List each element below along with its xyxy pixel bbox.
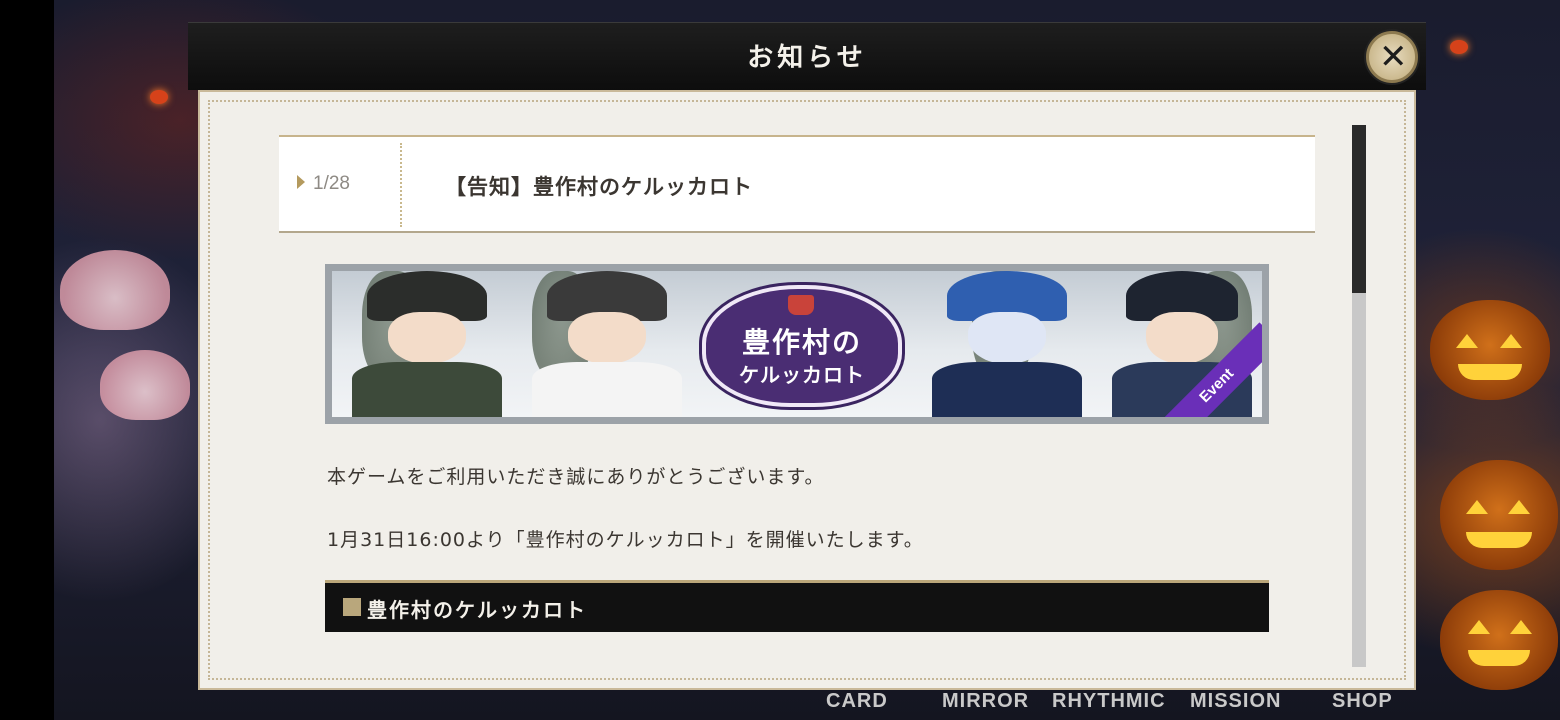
scrollbar-thumb[interactable]: [1352, 125, 1366, 293]
lotus-decoration: [60, 250, 170, 330]
square-bullet-icon: [343, 598, 361, 616]
close-button[interactable]: ✕: [1366, 31, 1418, 83]
section-heading-bar: 豊作村のケルッカロト: [325, 580, 1269, 632]
notice-modal: お知らせ ✕ 1/28 【告知】豊作村のケルッカロト 豊作村の ケルッカロト E…: [188, 22, 1426, 690]
nav-rhythmic[interactable]: RHYTHMIC: [1052, 690, 1166, 713]
character-2: [532, 271, 682, 417]
close-icon: ✕: [1379, 37, 1408, 77]
modal-title: お知らせ: [747, 43, 867, 73]
character-4: [1112, 271, 1252, 417]
notice-date: 1/28: [313, 173, 350, 194]
screen-left-edge: [0, 0, 54, 720]
bottom-nav: CARD MIRROR RHYTHMIC MISSION SHOP: [0, 690, 1560, 720]
lantern-icon: [1450, 40, 1468, 54]
pumpkin-decoration: [1440, 590, 1558, 690]
notice-title: 【告知】豊作村のケルッカロト: [445, 175, 753, 199]
pumpkin-decoration: [1430, 300, 1550, 400]
modal-header: お知らせ ✕: [188, 22, 1426, 90]
nav-card[interactable]: CARD: [826, 690, 888, 713]
divider: [400, 143, 402, 227]
lantern-icon: [150, 90, 168, 104]
nav-mirror[interactable]: MIRROR: [942, 690, 1029, 713]
event-banner: 豊作村の ケルッカロト Event: [325, 264, 1269, 424]
event-logo: 豊作村の ケルッカロト: [702, 285, 902, 407]
logo-line2: ケルッカロト: [739, 363, 865, 387]
nav-shop[interactable]: SHOP: [1332, 690, 1393, 713]
nav-mission[interactable]: MISSION: [1190, 690, 1281, 713]
notice-header-card: 1/28 【告知】豊作村のケルッカロト: [279, 135, 1315, 233]
logo-line1: 豊作村の: [741, 326, 862, 359]
character-3: [932, 271, 1082, 417]
chevron-right-icon: [297, 175, 305, 189]
paragraph-announcement: 1月31日16:00より「豊作村のケルッカロト」を開催いたします。: [327, 529, 924, 551]
pumpkin-decoration: [1440, 460, 1558, 570]
lotus-decoration: [100, 350, 190, 420]
modal-body[interactable]: 1/28 【告知】豊作村のケルッカロト 豊作村の ケルッカロト Event 本ゲ…: [198, 90, 1416, 690]
paragraph-greeting: 本ゲームをご利用いただき誠にありがとうございます。: [327, 466, 825, 488]
character-1: [352, 271, 502, 417]
section-title: 豊作村のケルッカロト: [367, 598, 587, 622]
cart-icon: [788, 295, 814, 315]
